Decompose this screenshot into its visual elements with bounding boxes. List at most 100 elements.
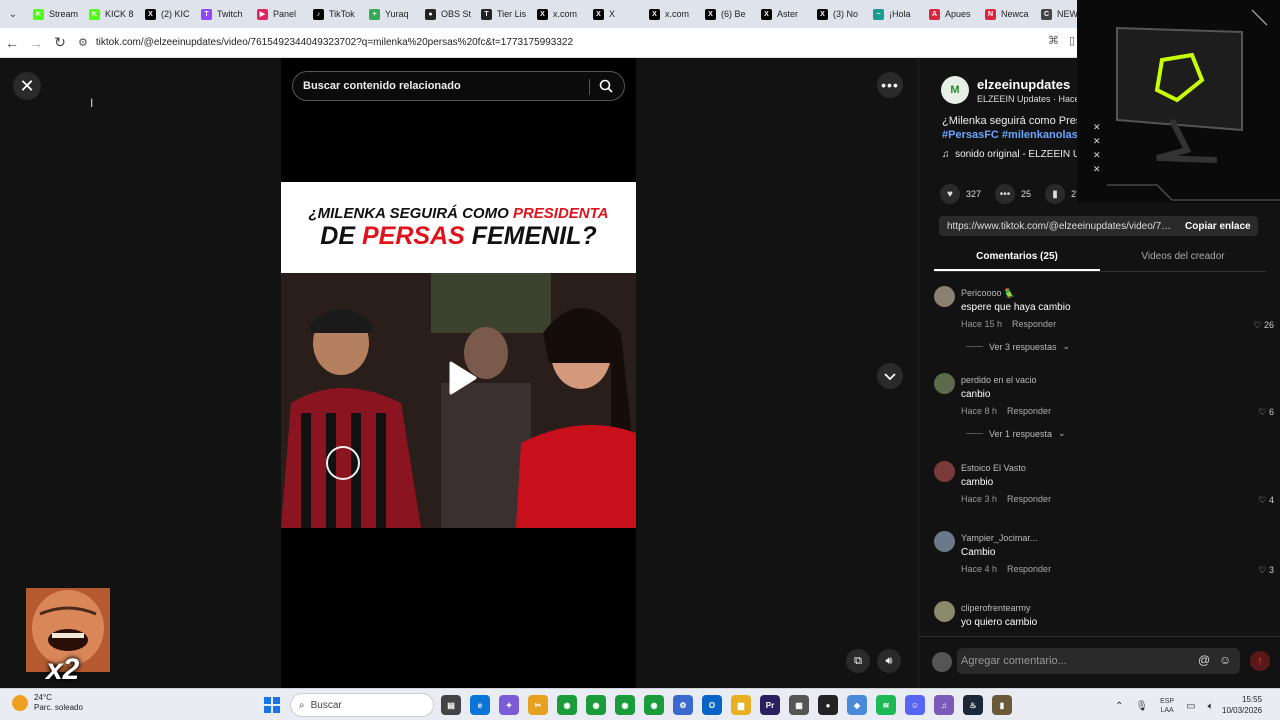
send-button[interactable]: ↑ — [1250, 651, 1270, 671]
emoji-icon[interactable]: ☺ — [1219, 653, 1231, 667]
chrome-icon[interactable]: ◉ — [644, 695, 664, 715]
spotify-icon[interactable]: ≋ — [876, 695, 896, 715]
close-video-button[interactable]: ✕ — [13, 72, 41, 100]
obs-icon[interactable]: ● — [818, 695, 838, 715]
reply-button[interactable]: Responder — [1012, 319, 1056, 329]
sound-name[interactable]: sonido original - ELZEEIN Up — [955, 149, 1086, 160]
snip-icon[interactable]: ✂ — [528, 695, 548, 715]
browser-tab[interactable]: + Yuraq — [364, 2, 420, 26]
language-indicator[interactable]: ESP LAA — [1160, 697, 1174, 715]
browser-tab[interactable]: X Aster — [756, 2, 812, 26]
chrome-icon[interactable]: ◉ — [586, 695, 606, 715]
related-search-input[interactable]: Buscar contenido relacionado — [292, 71, 625, 101]
like-button[interactable]: ♥ 327 — [940, 184, 981, 204]
site-info-icon[interactable]: ⚙ — [78, 36, 88, 49]
tab-comments[interactable]: Comentarios (25) — [934, 244, 1100, 271]
tray-chevron-up-icon[interactable]: ⌃ — [1115, 701, 1123, 712]
more-options-button[interactable]: ••• — [877, 72, 903, 98]
volume-button[interactable]: 🔊︎ — [877, 649, 901, 673]
back-icon[interactable]: ← — [0, 31, 24, 55]
browser-tab[interactable]: ▶ Panel — [252, 2, 308, 26]
commenter-avatar[interactable] — [934, 373, 955, 394]
author-avatar[interactable]: M — [941, 76, 969, 104]
view-replies-button[interactable]: Ver 3 respuestas ⌄ — [966, 341, 1070, 352]
start-button[interactable] — [264, 697, 280, 713]
comment-like-button[interactable]: ♡ 26 — [1253, 320, 1274, 331]
share-url[interactable]: https://www.tiktok.com/@elzeeinupdates/v… — [939, 221, 1173, 232]
video-frame[interactable]: ¿MILENKA SEGUIRÁ COMO PRESIDENTA DE PERS… — [281, 182, 636, 528]
browser-tab[interactable]: T Twitch — [196, 2, 252, 26]
file-explorer-icon[interactable]: ▆ — [731, 695, 751, 715]
app-icon[interactable]: ▮ — [992, 695, 1012, 715]
browser-tab[interactable]: Xx.com — [644, 2, 700, 26]
app-icon[interactable]: ◆ — [847, 695, 867, 715]
forward-icon[interactable]: → — [24, 31, 48, 55]
browser-tab[interactable]: Xx.com — [532, 2, 588, 26]
premiere-icon[interactable]: Pr — [760, 695, 780, 715]
chrome-icon[interactable]: ◉ — [615, 695, 635, 715]
video-sound[interactable]: ♫ sonido original - ELZEEIN Up — [942, 149, 1086, 160]
commenter-avatar[interactable] — [934, 461, 955, 482]
address-bar[interactable]: ⚙ tiktok.com/@elzeeinupdates/video/76154… — [78, 36, 573, 49]
settings-icon[interactable]: ⚙ — [673, 695, 693, 715]
reply-button[interactable]: Responder — [1007, 564, 1051, 574]
translate-icon[interactable]: ⌘ — [1048, 34, 1059, 47]
miniplayer-button[interactable]: ⧉ — [846, 649, 870, 673]
comment-like-button[interactable]: ♡ 3 — [1258, 565, 1274, 576]
edge-icon[interactable]: e — [470, 695, 490, 715]
browser-tab[interactable]: ● OBS St — [420, 2, 476, 26]
commenter-name[interactable]: Yampier_Jocimar... — [961, 533, 1037, 543]
steam-icon[interactable]: ♨ — [963, 695, 983, 715]
url-text[interactable]: tiktok.com/@elzeeinupdates/video/7615492… — [96, 37, 573, 48]
app-icon[interactable]: ♫ — [934, 695, 954, 715]
comment-like-button[interactable]: ♡ 6 — [1258, 407, 1274, 418]
browser-tab[interactable]: K Stream — [28, 2, 84, 26]
browser-tab[interactable]: XX — [588, 2, 644, 26]
extensions-icon[interactable]: ▯ — [1069, 34, 1075, 47]
discord-icon[interactable]: ☺ — [905, 695, 925, 715]
comment-button[interactable]: ••• 25 — [995, 184, 1031, 204]
browser-tab[interactable]: ♪ TikTok — [308, 2, 364, 26]
commenter-avatar[interactable] — [934, 601, 955, 622]
weather-widget[interactable]: 24°C Parc. soleado — [12, 693, 83, 713]
commenter-name[interactable]: cliperofrentearmy — [961, 603, 1031, 613]
commenter-avatar[interactable] — [934, 531, 955, 552]
author-name[interactable]: elzeeinupdates — [977, 77, 1070, 92]
taskbar-search[interactable]: ⌕ Buscar — [290, 693, 434, 717]
chrome-icon[interactable]: ◉ — [557, 695, 577, 715]
view-replies-button[interactable]: Ver 1 respuesta ⌄ — [966, 428, 1066, 439]
commenter-name[interactable]: Estoico El Vasto — [961, 463, 1026, 473]
video-hashtags[interactable]: #PersasFC #milenkanolasc — [942, 129, 1084, 141]
network-icon[interactable]: ▭ — [1186, 701, 1195, 712]
app-icon[interactable]: ▦ — [789, 695, 809, 715]
play-icon[interactable] — [441, 358, 481, 398]
commenter-avatar[interactable] — [934, 286, 955, 307]
search-icon[interactable] — [598, 78, 614, 94]
clock[interactable]: 15:55 10/03/2026 — [1222, 694, 1262, 716]
video-player[interactable]: Buscar contenido relacionado ¿MILENKA SE… — [281, 58, 636, 688]
speaker-icon[interactable]: 🔈︎ — [1208, 701, 1214, 712]
comment-like-button[interactable]: ♡ 4 — [1258, 495, 1274, 506]
browser-tab[interactable]: A Apues — [924, 2, 980, 26]
save-button[interactable]: ▮27 — [1045, 184, 1081, 204]
browser-tab[interactable]: N Newca — [980, 2, 1036, 26]
reload-icon[interactable]: ↻ — [48, 31, 72, 55]
commenter-name[interactable]: perdido en el vacio — [961, 375, 1037, 385]
task-view-icon[interactable]: ▤ — [441, 695, 461, 715]
browser-tab[interactable]: X (2) KIC — [140, 2, 196, 26]
microphone-icon[interactable]: 🎙︎ — [1135, 701, 1148, 712]
tab-search-dropdown-icon[interactable]: ⌄ — [4, 5, 22, 23]
reply-button[interactable]: Responder — [1007, 494, 1051, 504]
browser-tab[interactable]: X (6) Be — [700, 2, 756, 26]
reply-button[interactable]: Responder — [1007, 406, 1051, 416]
outlook-icon[interactable]: O — [702, 695, 722, 715]
mention-icon[interactable]: @ — [1198, 653, 1210, 667]
browser-tab[interactable]: ~ ¡Hola — [868, 2, 924, 26]
browser-tab[interactable]: X (3) No — [812, 2, 868, 26]
commenter-name[interactable]: Pericoooo 🦜 — [961, 288, 1015, 299]
copy-link-button[interactable]: Copiar enlace — [1173, 221, 1251, 232]
browser-tab[interactable]: T Tier Lis — [476, 2, 532, 26]
next-video-button[interactable] — [877, 363, 903, 389]
copilot-icon[interactable]: ✦ — [499, 695, 519, 715]
browser-tab[interactable]: K KICK 8 — [84, 2, 140, 26]
